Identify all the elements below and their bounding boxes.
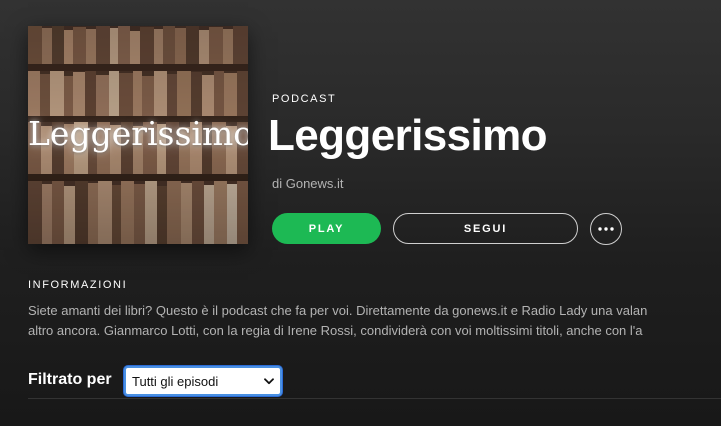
section-divider	[28, 398, 721, 399]
episode-filter-select[interactable]: Tutti gli episodi	[124, 366, 282, 396]
follow-button[interactable]: SEGUI	[393, 213, 578, 244]
description-line: Siete amanti dei libri? Questo è il podc…	[28, 303, 648, 318]
filter-selected-value: Tutti gli episodi	[132, 373, 219, 389]
chevron-down-icon	[264, 377, 274, 384]
content-type-label: PODCAST	[272, 93, 337, 105]
play-button[interactable]: PLAY	[272, 213, 381, 244]
filter-label: Filtrato per	[28, 371, 112, 388]
ellipsis-icon	[598, 227, 614, 231]
more-options-button[interactable]	[590, 213, 622, 245]
cover-title-text: Leggerissimo	[28, 114, 248, 153]
podcast-description: Siete amanti dei libri? Questo è il podc…	[28, 301, 721, 341]
podcast-title: Leggerissimo	[268, 111, 547, 160]
info-heading: INFORMAZIONI	[28, 279, 128, 291]
podcast-cover-art: Leggerissimo	[28, 26, 248, 244]
description-line: altro ancora. Gianmarco Lotti, con la re…	[28, 323, 643, 338]
podcast-author[interactable]: di Gonews.it	[272, 176, 344, 191]
